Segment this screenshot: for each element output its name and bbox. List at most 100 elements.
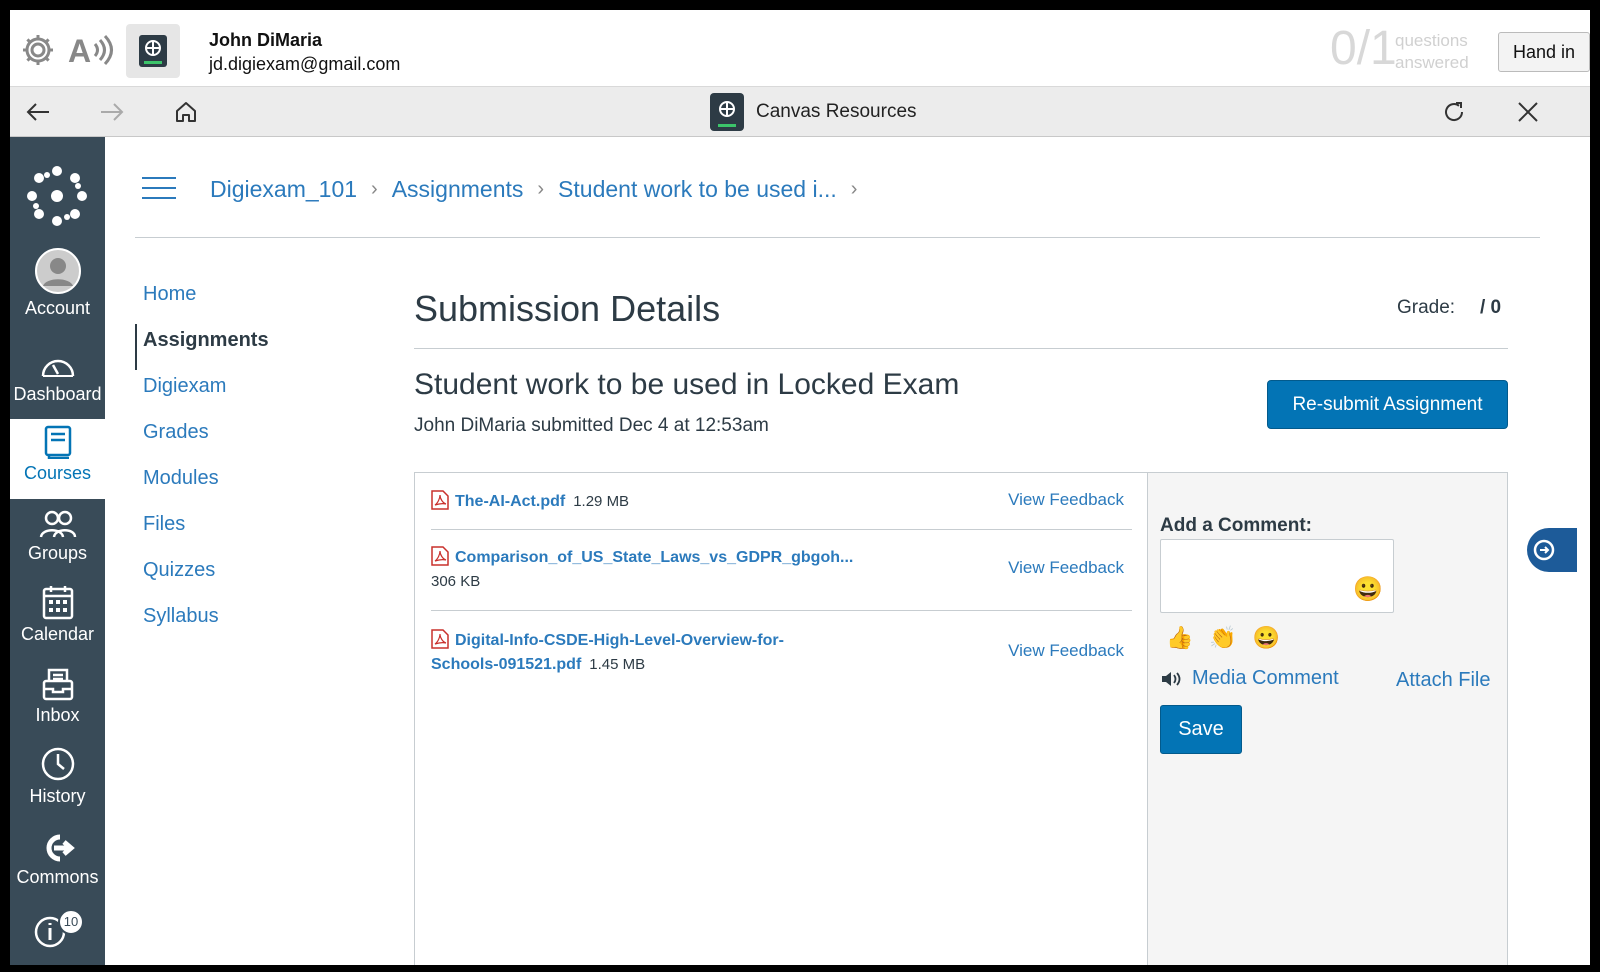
gear-icon[interactable] [18,30,58,70]
clapping-hands-icon[interactable]: 👏 [1209,625,1236,651]
global-nav-label: Commons [16,867,99,887]
quick-reactions: 👍 👏 😀 [1166,625,1280,651]
global-nav-label: Groups [27,543,88,563]
view-feedback-link[interactable]: View Feedback [1008,641,1124,661]
save-comment-button[interactable]: Save [1160,705,1242,754]
file-link[interactable]: Comparison_of_US_State_Laws_vs_GDPR_gbgo… [455,549,853,566]
chevron-right-icon: › [371,178,378,200]
file-link[interactable]: The-AI-Act.pdf [455,493,565,510]
digiexam-app-icon[interactable] [126,24,180,78]
view-feedback-link[interactable]: View Feedback [1008,558,1124,578]
pdf-icon [431,546,449,566]
site-title-text: Canvas Resources [756,101,917,122]
chevron-right-icon: › [850,178,858,200]
global-nav-calendar[interactable]: Calendar [10,580,105,660]
thumbs-up-icon[interactable]: 👍 [1166,625,1193,651]
questions-label: questions answered [1395,31,1469,72]
calendar-icon [10,580,105,620]
file-row: Comparison_of_US_State_Laws_vs_GDPR_gbgo… [431,530,1132,611]
resubmit-assignment-button[interactable]: Re-submit Assignment [1267,380,1508,429]
global-nav-label: Inbox [35,705,80,725]
exam-toolbar: A John DiMaria jd.digiexam@gmail.com 0/1… [10,10,1590,87]
course-nav-home[interactable]: Home [135,278,355,324]
file-size: 1.45 MB [589,656,646,673]
help-badge: 10 [58,909,84,935]
course-nav-digiexam[interactable]: Digiexam [135,370,355,416]
comment-panel: Add a Comment: 😀 👍 👏 😀 Media Comment Att… [1147,472,1508,965]
chevron-right-icon: › [537,178,545,200]
global-nav-courses[interactable]: Courses [10,419,105,499]
canvas-app-icon [710,93,744,131]
add-comment-label: Add a Comment: [1160,515,1312,536]
app-window: A John DiMaria jd.digiexam@gmail.com 0/1… [10,10,1590,965]
global-nav-inbox[interactable]: Inbox [10,661,105,741]
header-divider [135,237,1540,238]
commons-icon [10,823,105,863]
media-comment-label: Media Comment [1192,667,1339,689]
breadcrumb-course[interactable]: Digiexam_101 [210,176,357,203]
file-row: The-AI-Act.pdf 1.29 MB View Feedback [431,473,1132,530]
pdf-icon [431,490,449,510]
breadcrumb-assignments[interactable]: Assignments [392,176,524,203]
grade-label: Grade: [1397,297,1456,318]
refresh-icon[interactable] [1438,96,1470,128]
home-icon[interactable] [170,96,202,128]
global-nav-dashboard[interactable]: Dashboard [10,340,105,420]
forward-arrow-icon[interactable] [96,96,128,128]
media-comment-link[interactable]: Media Comment [1160,667,1339,690]
assignment-title: Student work to be used in Locked Exam [414,368,960,401]
user-name: John DiMaria [209,30,323,50]
course-nav-grades[interactable]: Grades [135,416,355,462]
courses-book-icon [10,419,105,459]
course-navigation: Home Assignments Digiexam Grades Modules… [135,278,355,646]
file-size: 306 KB [431,573,481,590]
speaker-icon [1162,671,1181,686]
submission-info: John DiMaria submitted Dec 4 at 12:53am [414,415,769,436]
global-nav-label: Courses [23,463,92,483]
browser-toolbar: Canvas Resources [10,87,1590,137]
close-icon[interactable] [1512,96,1544,128]
course-nav-quizzes[interactable]: Quizzes [135,554,355,600]
global-nav-label: History [29,786,86,806]
account-avatar-icon [10,248,105,294]
questions-count: 0/1 [1330,22,1397,75]
user-email: jd.digiexam@gmail.com [209,54,401,74]
inbox-icon [10,661,105,701]
file-row: Digital-Info-CSDE-High-Level-Overview-fo… [431,611,1132,691]
global-nav-label: Account [24,298,91,318]
grinning-face-icon[interactable]: 😀 [1253,625,1280,651]
canvas-logo-icon[interactable] [22,161,92,231]
grade-value: / 0 [1480,297,1502,318]
course-nav-assignments[interactable]: Assignments [135,324,355,370]
site-title: Canvas Resources [710,93,917,131]
breadcrumb: Digiexam_101 › Assignments › Student wor… [210,176,857,203]
global-nav-label: Calendar [20,624,95,644]
course-nav-modules[interactable]: Modules [135,462,355,508]
dashboard-icon [10,340,105,380]
global-nav-account[interactable]: Account [10,248,105,334]
breadcrumb-assignment[interactable]: Student work to be used i... [558,176,837,203]
pdf-icon [431,629,449,649]
title-divider [414,348,1508,349]
groups-icon [10,499,105,539]
global-nav-commons[interactable]: Commons [10,823,105,903]
course-nav-files[interactable]: Files [135,508,355,554]
submitted-files-list: The-AI-Act.pdf 1.29 MB View Feedback Comp… [414,472,1148,965]
global-navigation: Account Dashboard Courses Groups Calenda… [10,137,105,965]
back-arrow-icon[interactable] [22,96,54,128]
global-nav-history[interactable]: History [10,742,105,822]
course-menu-toggle[interactable] [142,177,176,201]
comment-textarea[interactable]: 😀 [1160,539,1394,613]
attach-file-link[interactable]: Attach File [1396,669,1490,692]
svg-text:A: A [68,33,91,68]
emoji-picker-icon[interactable]: 😀 [1353,575,1383,604]
view-feedback-link[interactable]: View Feedback [1008,490,1124,510]
text-to-speech-icon[interactable]: A [68,30,118,70]
expand-icon [1533,539,1555,561]
global-nav-groups[interactable]: Groups [10,499,105,579]
file-size: 1.29 MB [573,493,630,510]
course-nav-syllabus[interactable]: Syllabus [135,600,355,646]
side-toggle-tab[interactable] [1527,528,1577,572]
hand-in-button[interactable]: Hand in [1498,32,1590,72]
history-clock-icon [10,742,105,782]
